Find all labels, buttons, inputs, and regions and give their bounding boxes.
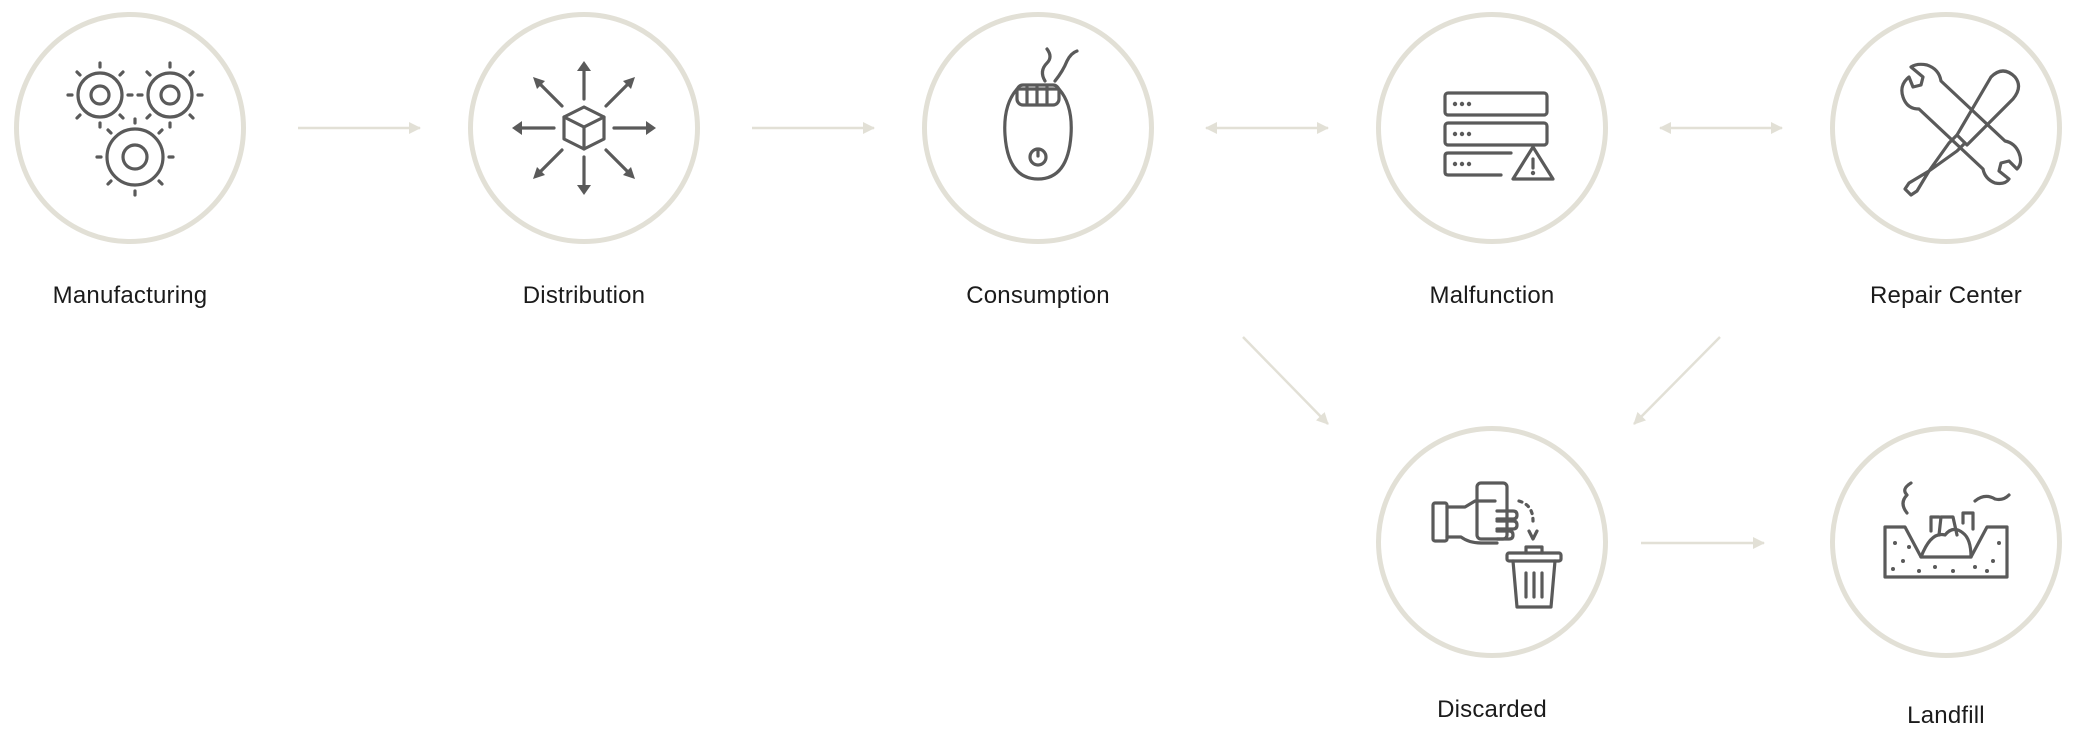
arrow-repair-to-discarded	[1633, 336, 1721, 425]
wrench-screwdriver-icon	[1900, 62, 2023, 197]
label-distribution: Distribution	[522, 282, 646, 309]
node-distribution	[468, 12, 700, 244]
landfill-icon	[1883, 481, 2011, 579]
label-malfunction: Malfunction	[1429, 282, 1555, 309]
label-consumption: Consumption	[966, 282, 1110, 309]
node-repair-center	[1830, 12, 2062, 244]
node-manufacturing	[14, 12, 246, 244]
label-repair-center: Repair Center	[1869, 282, 2022, 309]
gears-icon	[66, 61, 204, 197]
label-landfill: Landfill	[1907, 702, 1985, 729]
node-malfunction	[1376, 12, 1608, 244]
node-discarded	[1376, 426, 1608, 658]
arrow-consumption-to-discarded	[1242, 336, 1329, 425]
hand-trash-icon	[1431, 481, 1563, 609]
node-consumption	[922, 12, 1154, 244]
label-discarded: Discarded	[1437, 696, 1547, 723]
epilator-icon	[1003, 47, 1079, 181]
node-landfill	[1830, 426, 2062, 658]
server-warning-icon	[1443, 91, 1555, 181]
box-distribution-icon	[512, 61, 656, 195]
label-manufacturing: Manufacturing	[52, 282, 208, 309]
